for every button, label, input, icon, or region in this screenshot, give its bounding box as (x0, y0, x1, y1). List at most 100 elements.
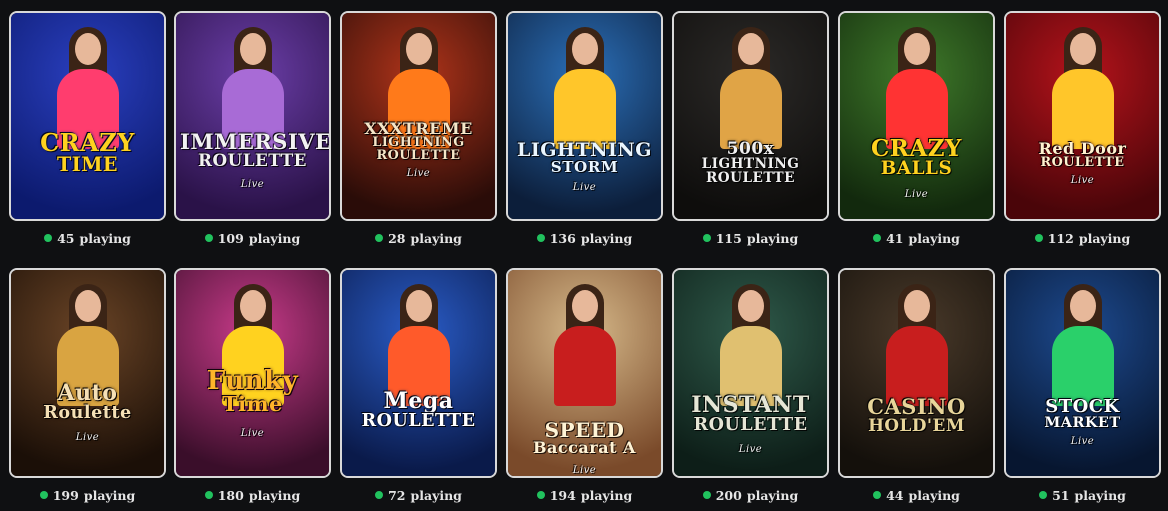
player-count-value: 109 (217, 230, 244, 246)
online-dot-icon (204, 234, 213, 242)
live-label: Live (904, 189, 929, 201)
logo-line-3: ROULETTE (376, 147, 461, 163)
player-count-value: 115 (715, 230, 742, 246)
player-count: 45 playing (9, 227, 166, 249)
game-thumbnail[interactable]: STOCK MARKET Live (1004, 268, 1161, 478)
player-count-label: playing (1078, 230, 1131, 246)
game-logo: 500x LIGHTNING ROULETTE (678, 141, 823, 185)
game-logo: Red Door ROULETTE Live (1010, 141, 1155, 186)
game-tile[interactable]: INSTANT ROULETTE Live 200 playing (672, 268, 829, 506)
game-logo: INSTANT ROULETTE Live (678, 394, 823, 456)
logo-line-1: Auto (57, 380, 118, 406)
logo-line-2: ROULETTE (1040, 155, 1125, 170)
logo-line-1: CASINO (867, 394, 966, 419)
player-count: 41 playing (838, 227, 995, 249)
player-count: 44 playing (838, 484, 995, 506)
game-logo: XXXTREME LIGHTNING ROULETTE Live (346, 121, 491, 179)
player-count: 199 playing (9, 484, 166, 506)
game-logo: LIGHTNING STORM Live (512, 141, 657, 194)
player-count: 200 playing (672, 484, 829, 506)
game-thumbnail[interactable]: LIGHTNING STORM Live (506, 11, 663, 221)
player-count-value: 136 (549, 230, 576, 246)
game-thumbnail[interactable]: CASINO HOLD'EM (838, 268, 995, 478)
dealer-image (550, 284, 620, 406)
game-thumbnail[interactable]: Funky Time Live (174, 268, 331, 478)
game-tile[interactable]: STOCK MARKET Live 51 playing (1004, 268, 1161, 506)
logo-line-2: TIME (56, 153, 119, 176)
logo-line-2: HOLD'EM (868, 415, 965, 435)
logo-line-2: ROULETTE (198, 150, 307, 170)
logo-line-1: SPEED (544, 418, 625, 442)
roulette-wheel-image (716, 284, 786, 406)
game-thumbnail[interactable]: INSTANT ROULETTE Live (672, 268, 829, 478)
game-thumbnail[interactable]: CRAZY TIME (9, 11, 166, 221)
online-dot-icon (39, 491, 48, 499)
logo-line-2: Time (222, 391, 283, 416)
game-tile[interactable]: SPEED Baccarat A Live 194 playing (506, 268, 663, 506)
game-tile[interactable]: CRAZY TIME 45 playing (9, 11, 166, 249)
game-tile[interactable]: IMMERSIVE ROULETTE Live 109 playing (174, 11, 331, 249)
player-count-label: playing (580, 230, 633, 246)
live-label: Live (572, 465, 597, 476)
player-count-label: playing (746, 487, 799, 503)
game-logo: CASINO HOLD'EM (844, 396, 989, 434)
game-thumbnail[interactable]: Red Door ROULETTE Live (1004, 11, 1161, 221)
player-count: 112 playing (1004, 227, 1161, 249)
game-tile[interactable]: 500x LIGHTNING ROULETTE 115 playing (672, 11, 829, 249)
player-count-label: playing (908, 487, 960, 503)
dealer-image (882, 27, 952, 149)
player-count-label: playing (746, 230, 799, 246)
game-tile[interactable]: CRAZY BALLS Live 41 playing (838, 11, 995, 249)
player-count-label: playing (410, 487, 462, 503)
live-label: Live (240, 178, 265, 190)
player-count-value: 194 (549, 487, 576, 503)
game-logo: Mega ROULETTE (346, 390, 491, 430)
game-logo: Funky Time Live (180, 368, 325, 441)
player-count-label: playing (83, 487, 136, 503)
online-dot-icon (873, 491, 882, 499)
game-logo: IMMERSIVE ROULETTE Live (180, 131, 329, 190)
online-dot-icon (536, 234, 545, 242)
game-thumbnail[interactable]: 500x LIGHTNING ROULETTE (672, 11, 829, 221)
game-grid: CRAZY TIME 45 playing IMMERSIVE ROULETTE… (0, 0, 1168, 511)
player-count-label: playing (580, 487, 633, 503)
game-thumbnail[interactable]: SPEED Baccarat A Live (506, 268, 663, 478)
live-label: Live (572, 182, 597, 194)
player-count-value: 45 (57, 230, 75, 246)
player-count-label: playing (248, 487, 301, 503)
game-thumbnail[interactable]: XXXTREME LIGHTNING ROULETTE Live (340, 11, 497, 221)
logo-line-3: ROULETTE (705, 169, 796, 186)
player-count-value: 72 (388, 487, 406, 503)
player-count-value: 41 (886, 230, 904, 246)
game-thumbnail[interactable]: IMMERSIVE ROULETTE Live (174, 11, 331, 221)
player-count-value: 180 (217, 487, 244, 503)
player-count-label: playing (1074, 487, 1126, 503)
game-tile[interactable]: Auto Roulette Live 199 playing (9, 268, 166, 506)
live-label: Live (1070, 436, 1095, 448)
player-count-value: 112 (1047, 230, 1074, 246)
player-count-label: playing (79, 230, 131, 246)
game-tile[interactable]: LIGHTNING STORM Live 136 playing (506, 11, 663, 249)
logo-line-2: Roulette (43, 402, 132, 423)
player-count: 194 playing (506, 484, 663, 506)
game-tile[interactable]: Mega ROULETTE 72 playing (340, 268, 497, 506)
logo-line-2: Baccarat A (533, 438, 636, 457)
game-tile[interactable]: CASINO HOLD'EM 44 playing (838, 268, 995, 506)
logo-line-1: INSTANT (691, 392, 810, 418)
logo-line-1: CRAZY (40, 128, 135, 157)
logo-line-1: Mega (383, 388, 454, 414)
player-count: 28 playing (340, 227, 497, 249)
game-tile[interactable]: XXXTREME LIGHTNING ROULETTE Live 28 play… (340, 11, 497, 249)
game-thumbnail[interactable]: Mega ROULETTE (340, 268, 497, 478)
game-thumbnail[interactable]: CRAZY BALLS Live (838, 11, 995, 221)
dealer-image (882, 284, 952, 406)
game-tile[interactable]: Funky Time Live 180 playing (174, 268, 331, 506)
online-dot-icon (375, 491, 384, 499)
game-tile[interactable]: Red Door ROULETTE Live 112 playing (1004, 11, 1161, 249)
logo-line-2: BALLS (880, 158, 953, 179)
game-thumbnail[interactable]: Auto Roulette Live (9, 268, 166, 478)
live-label: Live (738, 443, 763, 455)
player-count-label: playing (248, 230, 301, 246)
player-count: 136 playing (506, 227, 663, 249)
player-count: 109 playing (174, 227, 331, 249)
